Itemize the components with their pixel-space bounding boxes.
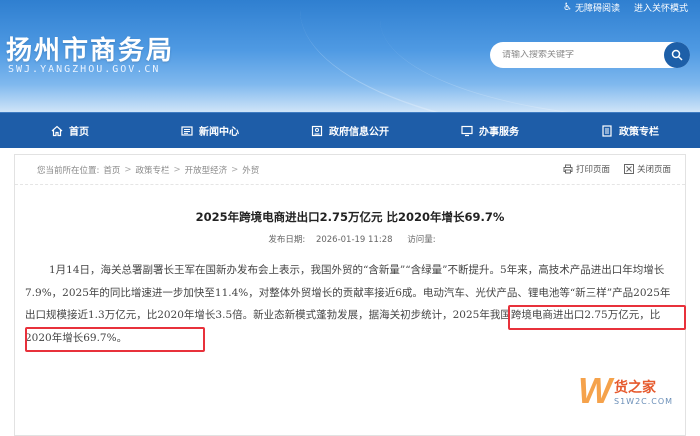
publish-date: 2026-01-19 11:28 xyxy=(315,235,393,245)
article-title: 2025年跨境电商进出口2.75万亿元 比2020年增长69.7% xyxy=(195,210,505,224)
nav-item-home[interactable]: 首页 xyxy=(0,113,140,148)
site-title[interactable]: 扬州市商务局 xyxy=(6,30,174,67)
breadcrumb-separator: > xyxy=(231,164,239,175)
main-nav: 首页 新闻中心 政府信息公开 办事服务 政策专栏 xyxy=(0,112,700,148)
search-box xyxy=(490,42,690,68)
nav-label: 新闻中心 xyxy=(199,127,239,138)
highlight-box xyxy=(25,327,205,352)
accessible-reading-label: 无障碍阅读 xyxy=(574,3,620,14)
publish-date-label: 发布日期: xyxy=(268,235,306,245)
close-label: 关闭页面 xyxy=(636,165,671,175)
site-domain: SWJ.YANGZHOU.GOV.CN xyxy=(8,64,161,75)
printer-icon xyxy=(563,164,573,174)
home-icon xyxy=(51,125,63,137)
breadcrumb: 您当前所在位置: 首页 > 政策专栏 > 开放型经济 > 外贸 xyxy=(37,164,259,176)
close-icon xyxy=(623,164,634,174)
breadcrumb-item[interactable]: 外贸 xyxy=(242,164,259,176)
site-header: ♿ 无障碍阅读 进入关怀模式 扬州市商务局 SWJ.YANGZHOU.GOV.C… xyxy=(0,0,700,112)
print-label: 打印页面 xyxy=(575,165,610,175)
nav-label: 政府信息公开 xyxy=(329,127,389,138)
watermark-logo: W 货之家 S1W2C.COM xyxy=(578,366,696,416)
breadcrumb-item[interactable]: 政策专栏 xyxy=(136,164,170,176)
breadcrumb-separator: > xyxy=(173,164,181,175)
view-count-label: 访问量: xyxy=(407,235,436,245)
breadcrumb-separator: > xyxy=(124,164,132,175)
search-icon xyxy=(671,49,683,61)
page-tools: 打印页面 关闭页面 xyxy=(563,163,671,175)
info-icon xyxy=(311,125,323,137)
search-button[interactable] xyxy=(664,42,690,68)
document-icon xyxy=(601,124,613,137)
nav-label: 政策专栏 xyxy=(619,127,659,138)
close-button[interactable]: 关闭页面 xyxy=(623,163,671,175)
nav-item-info-disclosure[interactable]: 政府信息公开 xyxy=(280,113,420,148)
highlight-box xyxy=(508,305,686,330)
care-mode-link[interactable]: 进入关怀模式 xyxy=(634,1,688,14)
top-links: ♿ 无障碍阅读 进入关怀模式 xyxy=(563,0,688,14)
nav-item-policy[interactable]: 政策专栏 xyxy=(560,113,700,148)
nav-item-services[interactable]: 办事服务 xyxy=(420,113,560,148)
watermark-letter: W xyxy=(578,370,612,411)
article-meta: 发布日期: 2026-01-19 11:28 访问量: xyxy=(15,233,685,245)
nav-label: 首页 xyxy=(69,127,89,138)
accessible-reading-link[interactable]: ♿ 无障碍阅读 xyxy=(563,1,620,14)
breadcrumb-item[interactable]: 开放型经济 xyxy=(185,164,228,176)
breadcrumb-prefix: 您当前所在位置: xyxy=(37,165,100,176)
search-input[interactable] xyxy=(502,50,662,60)
monitor-icon xyxy=(461,125,473,137)
watermark-url: S1W2C.COM xyxy=(613,396,674,406)
wheelchair-icon: ♿ xyxy=(563,1,572,13)
print-button[interactable]: 打印页面 xyxy=(563,163,610,175)
watermark-text: 货之家 S1W2C.COM xyxy=(614,377,673,406)
watermark-brand: 货之家 xyxy=(613,379,656,396)
breadcrumb-item[interactable]: 首页 xyxy=(103,164,120,176)
care-mode-label: 进入关怀模式 xyxy=(633,3,688,14)
news-icon xyxy=(181,125,193,137)
nav-label: 办事服务 xyxy=(479,127,519,138)
nav-item-news[interactable]: 新闻中心 xyxy=(140,113,280,148)
